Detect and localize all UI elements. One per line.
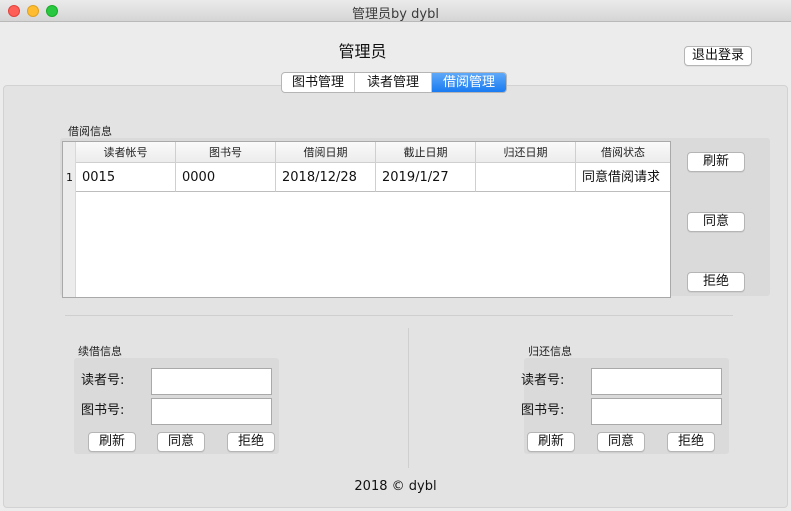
borrow-table[interactable]: 读者帐号 图书号 借阅日期 截止日期 归还日期 借阅状态 1 0015 0000… — [62, 141, 671, 298]
column-header-borrow-status[interactable]: 借阅状态 — [576, 142, 670, 163]
tab-borrow-management[interactable]: 借阅管理 — [432, 73, 506, 92]
renew-reader-input[interactable] — [151, 368, 272, 395]
column-header-reader-account[interactable]: 读者帐号 — [76, 142, 176, 163]
return-group-label: 归还信息 — [528, 345, 572, 358]
renew-reject-button[interactable]: 拒绝 — [227, 432, 275, 452]
renew-book-label: 图书号: — [81, 403, 125, 418]
borrow-group-label: 借阅信息 — [68, 125, 112, 138]
logout-button[interactable]: 退出登录 — [684, 46, 752, 66]
footer-copyright: 2018 © dybl — [354, 479, 437, 494]
table-cell-due-date[interactable]: 2019/1/27 — [376, 163, 476, 192]
renew-group-label: 续借信息 — [78, 345, 122, 358]
renew-book-input[interactable] — [151, 398, 272, 425]
return-reader-input[interactable] — [591, 368, 722, 395]
borrow-agree-button[interactable]: 同意 — [687, 212, 745, 232]
table-cell-return-date[interactable] — [476, 163, 576, 192]
return-book-input[interactable] — [591, 398, 722, 425]
tab-book-management[interactable]: 图书管理 — [282, 73, 355, 92]
table-cell-reader-account[interactable]: 0015 — [76, 163, 176, 192]
column-header-due-date[interactable]: 截止日期 — [376, 142, 476, 163]
window-title: 管理员by dybl — [352, 7, 439, 22]
renew-refresh-button[interactable]: 刷新 — [88, 432, 136, 452]
page-title: 管理员 — [338, 42, 387, 61]
return-agree-button[interactable]: 同意 — [597, 432, 645, 452]
return-reader-label: 读者号: — [521, 373, 565, 388]
row-number: 1 — [66, 171, 73, 184]
return-refresh-button[interactable]: 刷新 — [527, 432, 575, 452]
borrow-reject-button[interactable]: 拒绝 — [687, 272, 745, 292]
tab-reader-management[interactable]: 读者管理 — [355, 73, 432, 92]
column-header-book-id[interactable]: 图书号 — [176, 142, 276, 163]
return-reject-button[interactable]: 拒绝 — [667, 432, 715, 452]
renew-agree-button[interactable]: 同意 — [157, 432, 205, 452]
return-book-label: 图书号: — [521, 403, 565, 418]
tab-bar: 图书管理 读者管理 借阅管理 — [281, 72, 507, 93]
vertical-divider — [408, 328, 409, 468]
title-bar: 管理员by dybl — [0, 0, 791, 22]
table-cell-borrow-status[interactable]: 同意借阅请求 — [576, 163, 670, 192]
table-cell-borrow-date[interactable]: 2018/12/28 — [276, 163, 376, 192]
table-cell-book-id[interactable]: 0000 — [176, 163, 276, 192]
renew-reader-label: 读者号: — [81, 373, 125, 388]
column-header-borrow-date[interactable]: 借阅日期 — [276, 142, 376, 163]
horizontal-divider — [65, 315, 733, 316]
app-window: 管理员by dybl 管理员 退出登录 图书管理 读者管理 借阅管理 借阅信息 … — [0, 0, 791, 511]
column-header-return-date[interactable]: 归还日期 — [476, 142, 576, 163]
borrow-refresh-button[interactable]: 刷新 — [687, 152, 745, 172]
